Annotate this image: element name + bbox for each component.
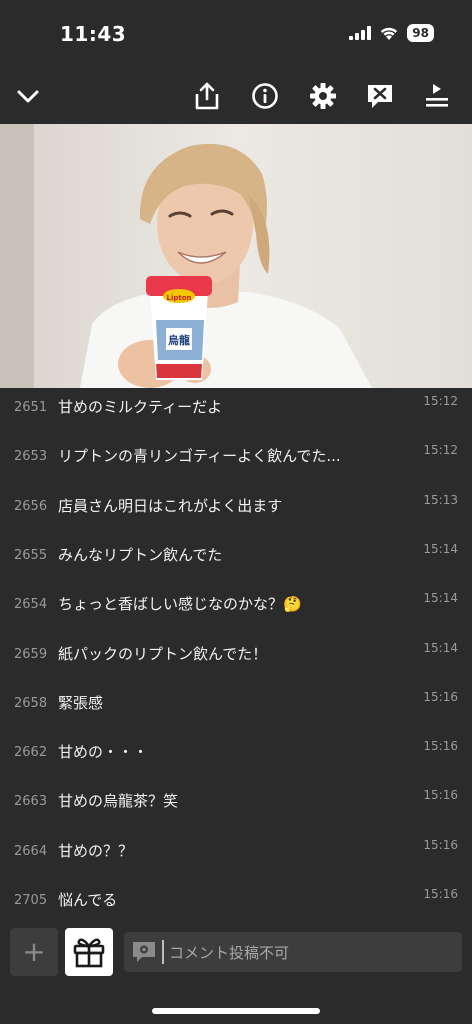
comment-text: 甘めの・・・ xyxy=(58,743,149,762)
comment-number: 2655 xyxy=(14,547,48,563)
comment-text: 甘めの？？ xyxy=(58,841,134,860)
comment-time: 15:16 xyxy=(423,739,458,754)
comment-time: 15:13 xyxy=(423,492,458,507)
comment-text: ちょっと香ばしい感じなのかな？🤔 xyxy=(58,595,302,614)
video-player[interactable]: Lipton 烏龍 xyxy=(0,124,472,388)
share-icon[interactable] xyxy=(191,80,223,112)
gear-icon[interactable] xyxy=(307,80,339,112)
add-button[interactable]: + xyxy=(10,928,58,976)
chevron-down-icon[interactable] xyxy=(12,80,44,112)
comment-list[interactable]: 2651 甘めのミルクティーだよ 15:12 2653 リプトンの青リンゴティーよく飲ん… xyxy=(0,388,472,920)
comment-row[interactable]: 2654 ちょっと香ばしい感じなのかな？🤔 15:14 xyxy=(0,591,472,631)
comment-text: 緊張感 xyxy=(58,693,104,712)
comment-number: 2653 xyxy=(14,449,48,465)
comment-number: 2651 xyxy=(14,400,48,415)
comment-text: みんなリプトン飲んでた xyxy=(58,545,223,564)
home-indicator xyxy=(152,1008,320,1014)
comment-row[interactable]: 2705 悩んでる 15:16 xyxy=(0,887,472,920)
player-toolbar xyxy=(0,70,472,124)
playlist-icon[interactable] xyxy=(422,80,454,112)
video-frame-image: Lipton 烏龍 xyxy=(0,124,472,388)
comment-text: リプトンの青リンゴティーよく飲んでた... xyxy=(58,447,341,466)
comment-number: 2705 xyxy=(14,893,48,908)
info-icon[interactable] xyxy=(249,80,281,112)
comment-number: 2656 xyxy=(14,498,48,514)
comment-input-placeholder: コメント投稿不可 xyxy=(169,944,290,962)
comment-time: 15:16 xyxy=(423,887,458,901)
comment-input[interactable]: コメント投稿不可 xyxy=(124,932,462,972)
comment-row[interactable]: 2658 緊張感 15:16 xyxy=(0,690,472,730)
comment-time: 15:16 xyxy=(423,788,458,803)
comment-time: 15:14 xyxy=(423,541,458,556)
comment-row[interactable]: 2655 みんなリプトン飲んでた 15:14 xyxy=(0,542,472,582)
comment-time: 15:12 xyxy=(423,394,458,408)
comment-number: 2658 xyxy=(14,695,48,711)
comment-row[interactable]: 2662 甘めの・・・ 15:16 xyxy=(0,739,472,779)
gift-icon xyxy=(73,938,105,968)
gift-button[interactable] xyxy=(65,928,113,976)
comment-time: 15:16 xyxy=(423,837,458,852)
comment-text: 店員さん明日はこれがよく出ます xyxy=(58,496,283,515)
battery-level: 98 xyxy=(407,24,434,42)
comment-number: 2654 xyxy=(14,597,48,613)
comment-number: 2659 xyxy=(14,646,48,662)
comment-off-icon[interactable] xyxy=(364,80,396,112)
comment-row[interactable]: 2651 甘めのミルクティーだよ 15:12 xyxy=(0,394,472,434)
cup-label-text: 烏龍 xyxy=(168,333,190,347)
cup-brand-text: Lipton xyxy=(166,294,191,302)
comment-number: 2662 xyxy=(14,745,48,761)
comment-text: 悩んでる xyxy=(58,891,118,909)
comment-row[interactable]: 2653 リプトンの青リンゴティーよく飲んでた... 15:12 xyxy=(0,443,472,483)
comment-time: 15:16 xyxy=(423,689,458,704)
comment-row[interactable]: 2659 紙パックのリプトン飲んでた！ 15:14 xyxy=(0,641,472,681)
comment-text: 甘めのミルクティーだよ xyxy=(58,398,223,416)
status-time: 11:43 xyxy=(60,22,127,46)
comment-number: 2663 xyxy=(14,794,48,810)
status-bar: 11:43 98 xyxy=(0,0,472,70)
input-divider xyxy=(162,940,164,964)
comment-time: 15:14 xyxy=(423,640,458,655)
comment-text: 紙パックのリプトン飲んでた！ xyxy=(58,644,268,663)
comment-text: 甘めの烏龍茶？笑 xyxy=(58,792,179,811)
wifi-icon xyxy=(381,27,398,40)
comment-row[interactable]: 2663 甘めの烏龍茶？笑 15:16 xyxy=(0,788,472,828)
comment-settings-icon xyxy=(133,942,155,962)
bottom-bar: + コメント投稿不可 xyxy=(0,920,472,1024)
comment-row[interactable]: 2656 店員さん明日はこれがよく出ます 15:13 xyxy=(0,493,472,533)
comment-number: 2664 xyxy=(14,843,48,859)
comment-time: 15:12 xyxy=(423,443,458,458)
comment-row[interactable]: 2664 甘めの？？ 15:16 xyxy=(0,838,472,878)
plus-icon: + xyxy=(22,935,46,968)
status-icons: 98 xyxy=(349,24,434,42)
comment-time: 15:14 xyxy=(423,591,458,606)
cellular-signal-icon xyxy=(349,26,372,40)
